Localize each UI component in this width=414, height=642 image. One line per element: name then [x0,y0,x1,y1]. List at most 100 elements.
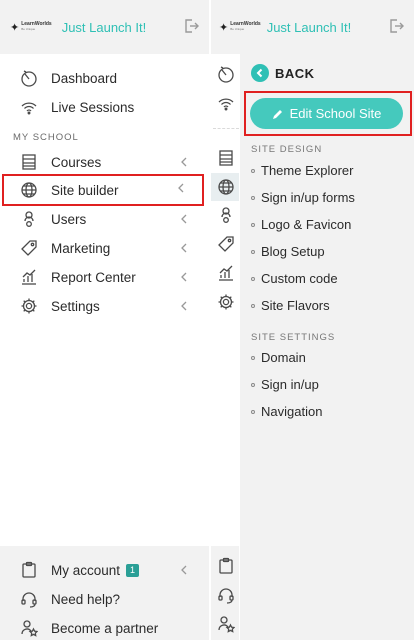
bullet-icon [251,276,255,281]
menu-item-label: Domain [261,350,306,365]
logout-icon[interactable] [183,18,199,34]
menu-item-sign-in-up-forms[interactable]: Sign in/up forms [251,190,355,205]
edit-school-site-button[interactable]: Edit School Site [250,98,403,129]
logout-icon[interactable] [388,18,404,34]
sidebar-item-label: Need help? [51,591,121,607]
menu-item-sign-in-up[interactable]: Sign in/up [251,377,319,392]
edit-school-site-highlight: Edit School Site [244,91,412,136]
chevron-left-icon [181,565,187,575]
sidebar-item-users[interactable]: Users [0,205,209,233]
bullet-icon [251,249,255,254]
menu-item-label: Theme Explorer [261,163,354,178]
menu-item-domain[interactable]: Domain [251,350,306,365]
section-title-site-settings: SITE SETTINGS [251,332,336,343]
menu-item-label: Blog Setup [261,244,325,259]
sidebar-item-label: Courses [51,154,102,170]
gauge-icon[interactable] [216,64,236,84]
menu-item-navigation[interactable]: Navigation [251,404,322,419]
chevron-left-icon [251,64,269,82]
bullet-icon [251,195,255,200]
pencil-icon [272,109,282,119]
chevron-left-icon [181,243,187,253]
sidebar-item-label: Settings [51,298,100,314]
gear-icon[interactable] [216,292,236,312]
bullet-icon [251,168,255,173]
chevron-left-icon [178,183,184,193]
menu-item-site-flavors[interactable]: Site Flavors [251,298,330,313]
school-logo[interactable]: ✦ LearnWorlds Be Unique [219,21,261,34]
sidebar-item-report-center[interactable]: Report Center [0,263,209,291]
sidebar-item-site-builder[interactable]: Site builder [2,174,204,206]
bullet-icon [251,303,255,308]
sidebar-item-dashboard[interactable]: Dashboard [0,64,209,92]
tag-icon[interactable] [216,234,236,254]
school-logo[interactable]: ✦ LearnWorlds Be Unique [10,21,52,34]
users-icon [19,209,39,229]
menu-item-blog-setup[interactable]: Blog Setup [251,244,325,259]
sidebar-item-settings[interactable]: Settings [0,292,209,320]
clipboard-icon [19,560,39,580]
sidebar-item-need-help[interactable]: Need help? [0,585,209,613]
sidebar-item-label: Become a partner [51,620,159,636]
broadcast-icon[interactable] [216,93,236,113]
site-builder-subpanel [240,54,414,640]
menu-item-label: Sign in/up [261,377,319,392]
sidebar-item-courses[interactable]: Courses [0,148,209,176]
menu-item-label: Site Flavors [261,298,330,313]
back-label: BACK [275,65,315,81]
section-title-my-school: MY SCHOOL [13,132,79,143]
school-name[interactable]: Just Launch It! [267,20,352,35]
menu-item-logo-favicon[interactable]: Logo & Favicon [251,217,351,232]
menu-item-label: Logo & Favicon [261,217,352,232]
clipboard-icon[interactable] [216,556,236,576]
partner-icon [19,618,39,638]
chevron-left-icon [181,157,187,167]
bullet-icon [251,409,255,414]
chart-icon[interactable] [216,263,236,283]
subpanel-header: ✦ LearnWorlds Be Unique Just Launch It! [211,0,414,54]
sidebar-item-my-account[interactable]: My account 1 [0,556,209,584]
courses-icon [19,152,39,172]
courses-icon[interactable] [216,148,236,168]
logo-subtext: Be Unique [21,27,36,31]
section-title-site-design: SITE DESIGN [251,144,323,155]
gauge-icon [19,68,39,88]
chevron-left-icon [181,214,187,224]
sidebar-item-label: Live Sessions [51,99,135,115]
back-button[interactable]: BACK [251,64,315,82]
headset-icon [19,589,39,609]
notification-badge: 1 [126,563,140,577]
sidebar-item-live-sessions[interactable]: Live Sessions [0,93,209,121]
sidebar-item-label: Users [51,211,87,227]
sidebar-item-label: Report Center [51,269,136,285]
school-name[interactable]: Just Launch It! [62,20,147,35]
sidebar-item-label: Site builder [51,182,119,198]
partner-icon[interactable] [216,614,236,634]
menu-item-label: Sign in/up forms [261,190,355,205]
menu-item-custom-code[interactable]: Custom code [251,271,338,286]
menu-item-label: Navigation [261,404,323,419]
menu-item-label: Custom code [261,271,338,286]
sidebar-item-become-partner[interactable]: Become a partner [0,614,209,642]
users-icon[interactable] [216,205,236,225]
logo-subtext: Be Unique [230,27,245,31]
sidebar-item-marketing[interactable]: Marketing [0,234,209,262]
menu-item-theme-explorer[interactable]: Theme Explorer [251,163,353,178]
sidebar-header: ✦ LearnWorlds Be Unique Just Launch It! [0,0,209,54]
logo-star-icon: ✦ [10,21,20,34]
main-sidebar: ✦ LearnWorlds Be Unique Just Launch It! … [0,0,209,640]
bullet-icon [251,222,255,227]
edit-button-label: Edit School Site [289,106,382,121]
globe-icon[interactable] [216,177,236,197]
sidebar-item-label: Dashboard [51,70,118,86]
sidebar-item-label: Marketing [51,240,111,256]
sidebar-item-label: My account [51,562,121,578]
logo-star-icon: ✦ [219,21,229,34]
headset-icon[interactable] [216,585,236,605]
gear-icon [19,296,39,316]
chevron-left-icon [181,301,187,311]
strip-divider [213,128,239,129]
broadcast-icon [19,97,39,117]
tag-icon [19,238,39,258]
bullet-icon [251,382,255,387]
